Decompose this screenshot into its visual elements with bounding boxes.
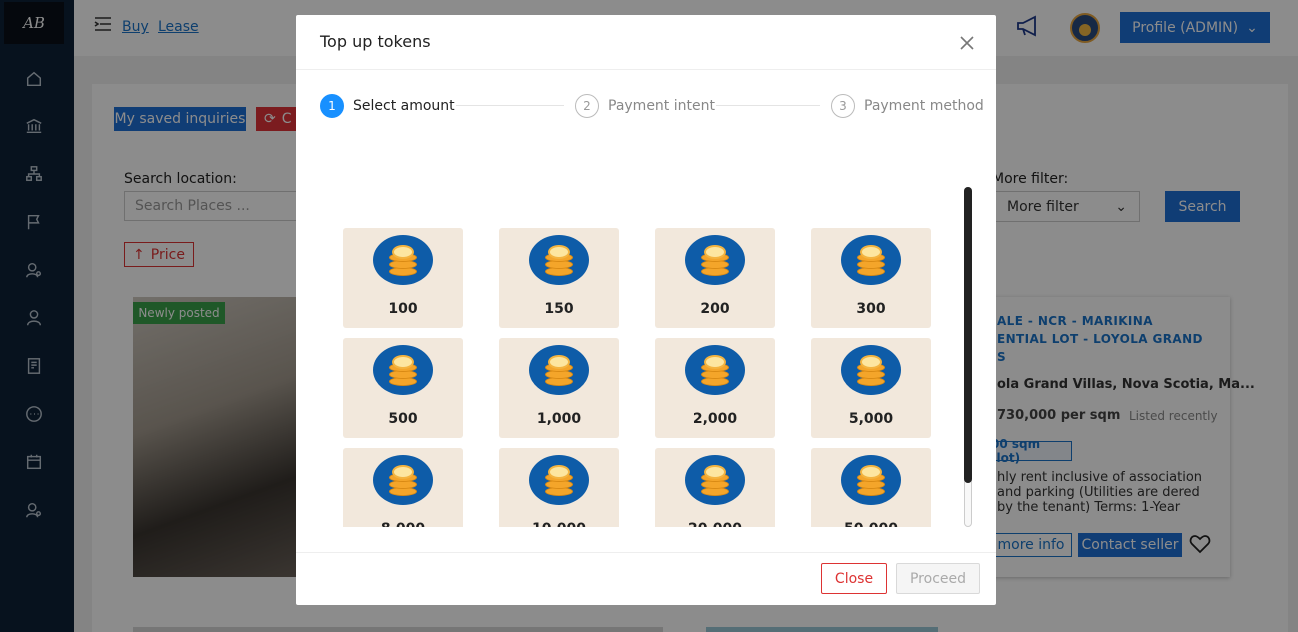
token-option-card[interactable]: 5,000 xyxy=(811,338,931,438)
step-connector xyxy=(716,105,820,106)
token-amount-label: 10,000 xyxy=(499,521,619,527)
token-amount-label: 2,000 xyxy=(692,411,738,427)
step-number: 3 xyxy=(831,94,855,118)
modal-footer xyxy=(296,552,996,605)
step-label: Payment intent xyxy=(608,98,715,114)
token-option-card[interactable]: 1,000 xyxy=(499,338,619,438)
coins-icon xyxy=(841,345,901,395)
token-amount-label: 100 xyxy=(388,301,418,317)
step-connector xyxy=(456,105,564,106)
token-amount-label: 200 xyxy=(700,301,730,317)
token-amount-label: 8,000 xyxy=(343,521,463,527)
token-option-card[interactable]: 200 xyxy=(655,228,775,328)
token-option-card[interactable]: 500 xyxy=(343,338,463,438)
step-select-amount: 1 Select amount xyxy=(320,94,455,118)
close-icon[interactable] xyxy=(958,34,976,52)
close-button[interactable]: Close xyxy=(821,563,887,594)
step-number: 1 xyxy=(320,94,344,118)
coins-icon xyxy=(685,345,745,395)
proceed-button[interactable]: Proceed xyxy=(896,563,980,594)
token-option-card[interactable]: 2,000 xyxy=(655,338,775,438)
token-amount-label: 1,000 xyxy=(536,411,582,427)
coins-icon xyxy=(529,235,589,285)
token-amount-label: 50,000 xyxy=(811,521,931,527)
token-option-card[interactable]: 10,000 xyxy=(499,448,619,527)
token-amount-label: 500 xyxy=(388,411,418,427)
coins-icon xyxy=(529,455,589,505)
modal-header: Top up tokens xyxy=(296,15,996,70)
step-label: Select amount xyxy=(353,98,455,114)
token-option-card[interactable]: 50,000 xyxy=(811,448,931,527)
token-amount-grid: 100 150 200 300 500 1,000 2,000 5,000 8,000 10,00… xyxy=(332,187,942,527)
token-option-card[interactable]: 20,000 xyxy=(655,448,775,527)
token-amount-label: 300 xyxy=(856,301,886,317)
step-payment-intent: 2 Payment intent xyxy=(575,94,715,118)
coins-icon xyxy=(373,455,433,505)
token-option-card[interactable]: 300 xyxy=(811,228,931,328)
coins-icon xyxy=(685,235,745,285)
token-option-card[interactable]: 100 xyxy=(343,228,463,328)
step-number: 2 xyxy=(575,94,599,118)
coins-icon xyxy=(373,235,433,285)
coins-icon xyxy=(373,345,433,395)
token-option-card[interactable]: 8,000 xyxy=(343,448,463,527)
modal-title: Top up tokens xyxy=(320,32,431,51)
coins-icon xyxy=(841,455,901,505)
token-amount-label: 5,000 xyxy=(848,411,894,427)
token-amount-label: 20,000 xyxy=(655,521,775,527)
step-label: Payment method xyxy=(864,98,984,114)
coins-icon xyxy=(529,345,589,395)
coins-icon xyxy=(841,235,901,285)
coins-icon xyxy=(685,455,745,505)
top-up-modal: Top up tokens 1 Select amount 2 Payment … xyxy=(296,15,996,605)
token-amount-label: 150 xyxy=(544,301,574,317)
step-payment-method: 3 Payment method xyxy=(831,94,984,118)
scrollbar-thumb[interactable] xyxy=(964,187,972,483)
token-option-card[interactable]: 150 xyxy=(499,228,619,328)
